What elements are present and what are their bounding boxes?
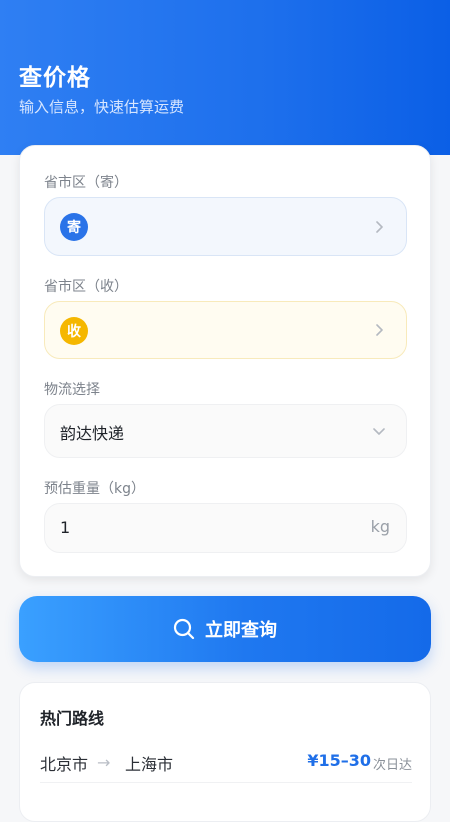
route-destination: 上海市 [125, 755, 174, 774]
sender-region-label: 省市区（寄） [44, 175, 128, 191]
chevron-right-icon [376, 220, 383, 233]
page-header: 查价格 输入信息，快速估算运费 [0, 0, 450, 155]
query-button[interactable]: 立即查询 [19, 596, 431, 662]
arrow-right-icon: → [97, 753, 111, 772]
page-title: 查价格 [19, 65, 91, 91]
route-item[interactable]: 北京市 → 上海市 ¥15–30 次日达 [40, 749, 412, 783]
weight-input[interactable]: 1 kg [44, 503, 407, 553]
chevron-down-icon [373, 428, 385, 435]
logistics-label: 物流选择 [44, 382, 100, 398]
receiver-region-label: 省市区（收） [44, 279, 128, 295]
price-query-form: 省市区（寄） 寄 省市区（收） 收 物流选择 韵达快递 预估重量（kg） 1 k… [19, 145, 431, 577]
query-button-label: 立即查询 [205, 620, 277, 641]
weight-value: 1 [60, 518, 71, 537]
chevron-right-icon [376, 324, 383, 336]
receiver-badge: 收 [60, 317, 88, 345]
receiver-region-picker[interactable]: 收 [44, 301, 407, 359]
weight-unit: kg [370, 517, 390, 536]
route-price: ¥15–30 [307, 751, 371, 770]
hot-routes-section: 热门路线 北京市 → 上海市 ¥15–30 次日达 [19, 682, 431, 822]
search-icon [173, 618, 195, 640]
logistics-select[interactable]: 韵达快递 [44, 404, 407, 458]
hot-routes-title: 热门路线 [40, 709, 105, 728]
route-origin: 北京市 [40, 755, 89, 774]
logistics-selected-value: 韵达快递 [60, 424, 125, 443]
sender-badge: 寄 [60, 213, 88, 241]
page-subtitle: 输入信息，快速估算运费 [19, 98, 185, 116]
weight-label: 预估重量（kg） [44, 481, 145, 497]
route-eta: 次日达 [372, 758, 412, 773]
sender-region-picker[interactable]: 寄 [44, 197, 407, 256]
